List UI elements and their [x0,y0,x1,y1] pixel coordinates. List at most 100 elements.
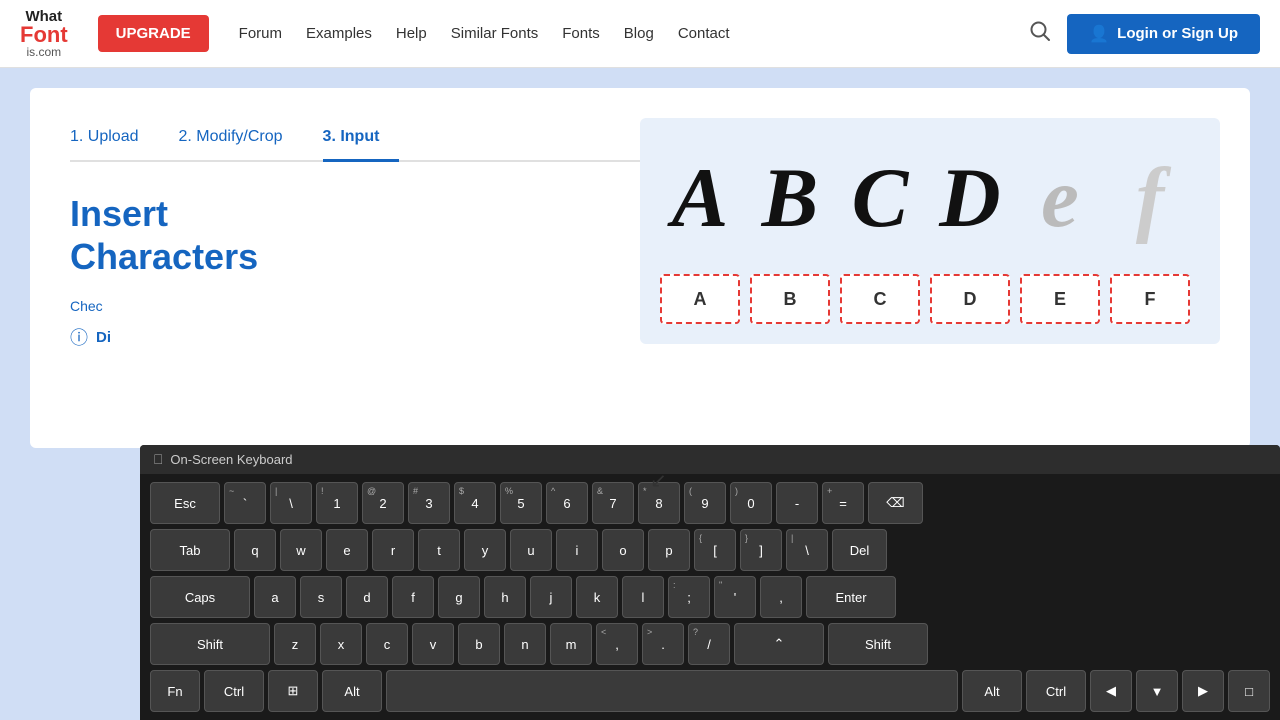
key-7[interactable]: &7 [592,482,634,524]
key-q[interactable]: q [234,529,276,571]
key-numpad[interactable]: □ [1228,670,1270,712]
key-h[interactable]: h [484,576,526,618]
key-w[interactable]: w [280,529,322,571]
on-screen-keyboard: ⎕ On-Screen Keyboard Esc ~` |\ !1 @2 #3 … [140,445,1280,720]
upgrade-button[interactable]: UPGRADE [98,15,209,52]
key-j[interactable]: j [530,576,572,618]
key-shift-left[interactable]: Shift [150,623,270,665]
key-gt[interactable]: >. [642,623,684,665]
logo[interactable]: What Font is.com [20,9,68,58]
key-9[interactable]: (9 [684,482,726,524]
key-s[interactable]: s [300,576,342,618]
key-3[interactable]: #3 [408,482,450,524]
nav-contact[interactable]: Contact [678,25,730,42]
char-input-B[interactable]: B [750,274,830,324]
key-enter[interactable]: Enter [806,576,896,618]
key-8[interactable]: *8 [638,482,680,524]
key-alt-left[interactable]: Alt [322,670,382,712]
key-equals[interactable]: += [822,482,864,524]
char-input-F[interactable]: F [1110,274,1190,324]
key-ctrl-right[interactable]: Ctrl [1026,670,1086,712]
char-preview-B: B [750,143,830,253]
key-p[interactable]: p [648,529,690,571]
key-backspace[interactable]: ⌫ [868,482,923,524]
key-arrow-down[interactable]: ▼ [1136,670,1178,712]
key-4[interactable]: $4 [454,482,496,524]
key-l[interactable]: l [622,576,664,618]
key-y[interactable]: y [464,529,506,571]
key-m[interactable]: m [550,623,592,665]
key-o[interactable]: o [602,529,644,571]
char-preview-e: e [1020,143,1100,253]
nav: Forum Examples Help Similar Fonts Fonts … [239,25,1000,42]
key-5[interactable]: %5 [500,482,542,524]
key-colon[interactable]: :; [668,576,710,618]
key-shift-right[interactable]: Shift [828,623,928,665]
nav-fonts[interactable]: Fonts [562,25,600,42]
key-z[interactable]: z [274,623,316,665]
key-row-5: Fn Ctrl ⊞ Alt Alt Ctrl ◀ ▼ ▶ □ [150,670,1270,712]
key-del[interactable]: Del [832,529,887,571]
main-background: ▶ 1. Upload 2. Modify/Crop 3. Input Inse… [0,68,1280,720]
keyboard-icon: ⎕ [154,451,162,468]
key-r[interactable]: r [372,529,414,571]
keyboard-title: On-Screen Keyboard [170,452,292,467]
key-alt-right[interactable]: Alt [962,670,1022,712]
key-k[interactable]: k [576,576,618,618]
key-6[interactable]: ^6 [546,482,588,524]
nav-blog[interactable]: Blog [624,25,654,42]
key-d[interactable]: d [346,576,388,618]
key-question[interactable]: ?/ [688,623,730,665]
key-caps[interactable]: Caps [150,576,250,618]
key-pipe[interactable]: |\ [786,529,828,571]
key-c[interactable]: c [366,623,408,665]
char-input-D[interactable]: D [930,274,1010,324]
key-a[interactable]: a [254,576,296,618]
key-backslash[interactable]: |\ [270,482,312,524]
key-arrow-right[interactable]: ▶ [1182,670,1224,712]
key-up[interactable]: ⌃ [734,623,824,665]
key-rbrace[interactable]: }] [740,529,782,571]
nav-examples[interactable]: Examples [306,25,372,42]
key-fn[interactable]: Fn [150,670,200,712]
step-upload[interactable]: 1. Upload [70,118,159,160]
key-row-3: Caps a s d f g h j k l :; "' , Enter [150,576,1270,618]
login-button[interactable]: 👤 Login or Sign Up [1067,14,1260,54]
char-input-C[interactable]: C [840,274,920,324]
logo-is: is.com [26,46,61,58]
key-1[interactable]: !1 [316,482,358,524]
nav-help[interactable]: Help [396,25,427,42]
step-input[interactable]: 3. Input [323,118,400,160]
step-modify-crop[interactable]: 2. Modify/Crop [179,118,303,160]
key-win[interactable]: ⊞ [268,670,318,712]
key-x[interactable]: x [320,623,362,665]
key-arrow-left[interactable]: ◀ [1090,670,1132,712]
key-tilde[interactable]: ~` [224,482,266,524]
key-t[interactable]: t [418,529,460,571]
key-esc[interactable]: Esc [150,482,220,524]
key-ctrl-left[interactable]: Ctrl [204,670,264,712]
nav-forum[interactable]: Forum [239,25,282,42]
key-i[interactable]: i [556,529,598,571]
key-lbrace[interactable]: {[ [694,529,736,571]
key-minus[interactable]: - [776,482,818,524]
key-e[interactable]: e [326,529,368,571]
key-0[interactable]: )0 [730,482,772,524]
char-input-A[interactable]: A [660,274,740,324]
key-g[interactable]: g [438,576,480,618]
key-tab[interactable]: Tab [150,529,230,571]
nav-similar-fonts[interactable]: Similar Fonts [451,25,539,42]
key-space[interactable] [386,670,958,712]
key-n[interactable]: n [504,623,546,665]
key-f[interactable]: f [392,576,434,618]
char-input-E[interactable]: E [1020,274,1100,324]
key-v[interactable]: v [412,623,454,665]
logo-font: Font [20,24,68,46]
key-b[interactable]: b [458,623,500,665]
key-lt[interactable]: <, [596,623,638,665]
search-button[interactable] [1029,20,1051,48]
key-quote[interactable]: "' [714,576,756,618]
key-u[interactable]: u [510,529,552,571]
key-2[interactable]: @2 [362,482,404,524]
key-comma2[interactable]: , [760,576,802,618]
